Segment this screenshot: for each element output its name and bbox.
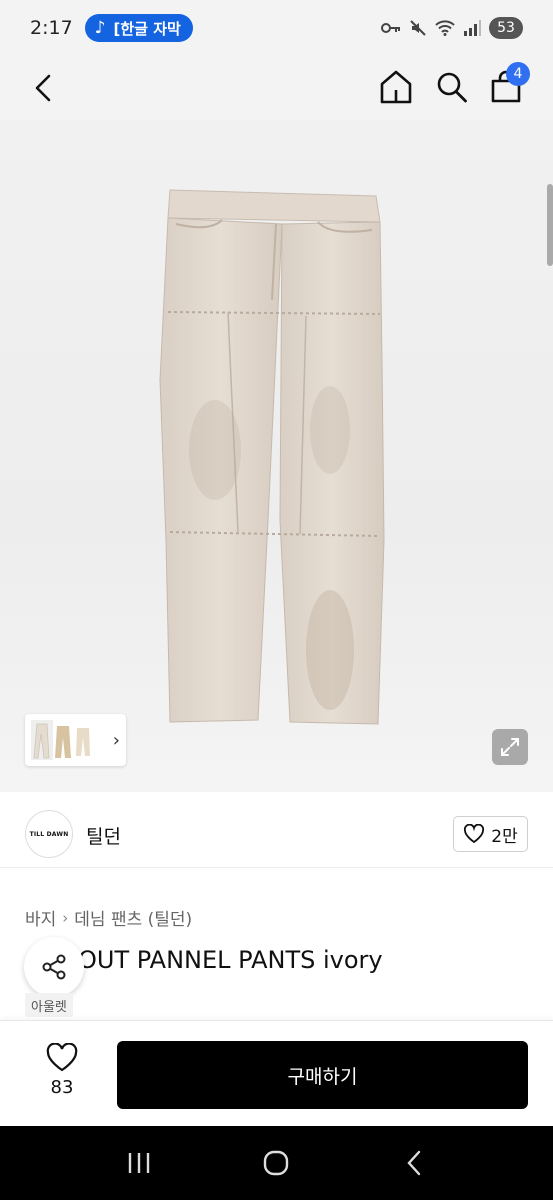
search-button[interactable] <box>434 68 470 106</box>
brand-name[interactable]: 틸던 <box>86 822 121 849</box>
brand-like-count: 2만 <box>491 826 518 847</box>
heart-icon <box>46 1043 78 1072</box>
key-icon <box>381 23 400 33</box>
recent-apps-icon <box>128 1153 150 1173</box>
signal-icon <box>464 20 481 36</box>
outlet-tag: 아울렛 <box>25 993 73 1017</box>
chevron-right-icon: › <box>62 908 69 927</box>
brand-logo[interactable]: TILL DAWN <box>25 810 73 858</box>
media-pill[interactable]: ♪ [한글 자막 <box>84 14 193 42</box>
home-icon <box>380 70 412 104</box>
product-image[interactable]: › <box>0 120 553 792</box>
search-icon <box>437 72 467 103</box>
home-button[interactable] <box>378 68 414 106</box>
expand-icon <box>501 738 519 756</box>
brand-row[interactable]: TILL DAWN 틸던 2만 <box>0 800 553 868</box>
cart-button[interactable]: 4 <box>488 62 530 106</box>
status-time: 2:17 <box>30 17 73 39</box>
breadcrumb: 바지 › 데님 팬츠 (틸던) <box>25 905 192 931</box>
share-icon <box>42 954 66 980</box>
share-button[interactable] <box>24 937 84 997</box>
home-nav-button[interactable] <box>256 1143 296 1183</box>
thumbnail-images <box>31 720 90 760</box>
recent-apps-button[interactable] <box>119 1143 159 1183</box>
product-page: 2:17 ♪ [한글 자막 53 4 › TILL DAWN 틸던 2만 바지 … <box>0 0 553 1200</box>
home-circle-icon <box>264 1150 289 1176</box>
breadcrumb-item[interactable]: 바지 <box>25 905 56 930</box>
back-icon <box>35 74 51 102</box>
back-nav-button[interactable] <box>394 1143 434 1183</box>
system-nav-bar <box>0 1126 553 1200</box>
mute-icon <box>410 20 426 36</box>
buy-button[interactable]: 구매하기 <box>117 1041 528 1109</box>
battery-indicator: 53 <box>489 17 523 39</box>
action-bar: 83 구매하기 <box>0 1020 553 1126</box>
like-button[interactable]: 83 <box>34 1043 90 1107</box>
brand-like-button[interactable]: 2만 <box>453 816 528 852</box>
back-chevron-icon <box>407 1150 421 1176</box>
music-note-icon: ♪ <box>94 18 106 38</box>
wifi-icon <box>435 20 455 36</box>
status-bar: 2:17 ♪ [한글 자막 53 <box>0 0 553 56</box>
app-header: 4 <box>0 56 553 120</box>
back-button[interactable] <box>28 70 60 106</box>
chevron-right-icon: › <box>112 729 120 751</box>
product-title: OUT PANNEL PANTS ivory <box>78 946 383 974</box>
like-count: 83 <box>50 1077 74 1098</box>
breadcrumb-item[interactable]: 데님 팬츠 (틸던) <box>74 905 192 930</box>
status-icons: 53 <box>381 17 523 39</box>
heart-icon <box>464 824 485 844</box>
pants-illustration <box>159 189 385 725</box>
media-pill-label: [한글 자막 <box>113 19 181 38</box>
thumbnail-strip[interactable]: › <box>25 714 126 766</box>
cart-count-badge: 4 <box>506 62 530 86</box>
expand-button[interactable] <box>492 729 528 765</box>
